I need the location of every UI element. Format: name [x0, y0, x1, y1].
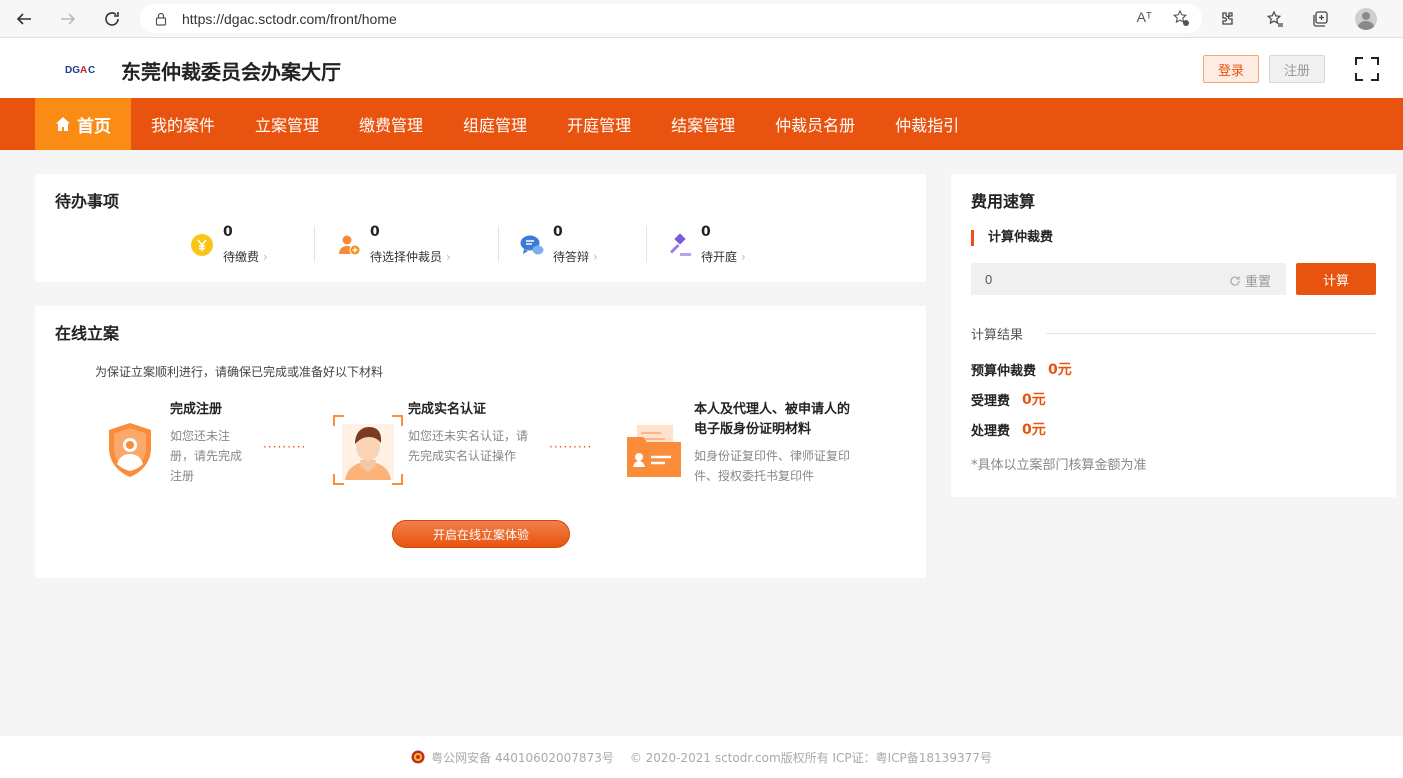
todo-item-choose-arbitrator[interactable]: 0 待选择仲裁员 › — [337, 224, 487, 264]
svg-text:DG: DG — [65, 65, 80, 76]
profile-avatar[interactable] — [1353, 6, 1379, 32]
fullscreen-icon[interactable] — [1355, 57, 1379, 81]
nav-guide[interactable]: 仲裁指引 — [875, 98, 979, 150]
todo-item-defense[interactable]: 0 待答辩 › — [520, 224, 630, 264]
nav-closing[interactable]: 结案管理 — [651, 98, 755, 150]
nav-filing[interactable]: 立案管理 — [235, 98, 339, 150]
chat-bubble-icon — [520, 235, 544, 255]
address-bar[interactable]: https://dgac.sctodr.com/front/home Aᵀ — [140, 4, 1202, 33]
fee-row-estimated: 预算仲裁费 0元 — [971, 362, 1072, 379]
fee-note: *具体以立案部门核算金额为准 — [971, 458, 1147, 473]
nav-arbitrators[interactable]: 仲裁员名册 — [755, 98, 875, 150]
nav-tribunal[interactable]: 组庭管理 — [443, 98, 547, 150]
police-record[interactable]: 粤公网安备 44010602007873号 — [431, 749, 614, 766]
add-favorite-icon[interactable] — [1172, 9, 1190, 27]
forward-icon[interactable] — [57, 8, 79, 30]
fee-row-processing: 处理费 0元 — [971, 422, 1046, 439]
nav-hearing[interactable]: 开庭管理 — [547, 98, 651, 150]
nav-payment[interactable]: 缴费管理 — [339, 98, 443, 150]
step-connector: ········· — [263, 440, 307, 454]
register-button[interactable]: 注册 — [1269, 55, 1325, 83]
lock-icon — [155, 12, 167, 26]
gavel-icon — [670, 233, 691, 256]
todo-card: 待办事项 0 待缴费 › 0 待选择仲裁员 › 0 待答辩 › 0 待开庭 › — [35, 174, 926, 282]
calculate-button[interactable]: 计算 — [1296, 263, 1376, 295]
online-filing-title: 在线立案 — [55, 324, 120, 343]
footer: 粤公网安备 44010602007873号 © 2020-2021 sctodr… — [0, 736, 1403, 778]
reset-icon — [1230, 275, 1240, 286]
face-id-icon — [333, 415, 403, 485]
chevron-right-icon: › — [593, 250, 598, 264]
browser-toolbar: https://dgac.sctodr.com/front/home Aᵀ — [0, 0, 1403, 38]
shield-user-icon — [109, 423, 151, 477]
login-button[interactable]: 登录 — [1203, 55, 1259, 83]
calc-subtitle: 计算仲裁费 — [971, 230, 1053, 246]
refresh-icon[interactable] — [101, 8, 123, 30]
fee-row-acceptance: 受理费 0元 — [971, 392, 1046, 409]
home-icon — [56, 117, 70, 131]
divider — [1046, 333, 1376, 334]
divider — [498, 226, 499, 262]
yen-coin-icon — [191, 234, 213, 256]
chevron-right-icon: › — [446, 250, 451, 264]
todo-item-hearing[interactable]: 0 待开庭 › — [668, 224, 778, 264]
main-nav: 首页 我的案件 立案管理 缴费管理 组庭管理 开庭管理 结案管理 仲裁员名册 仲… — [0, 98, 1403, 150]
fee-calculator-title: 费用速算 — [971, 192, 1036, 211]
id-document-icon — [627, 425, 681, 477]
divider — [646, 226, 647, 262]
todo-title: 待办事项 — [55, 192, 120, 211]
person-add-icon — [339, 235, 361, 256]
todo-item-payment[interactable]: 0 待缴费 › — [190, 224, 300, 264]
site-title: 东莞仲裁委员会办案大厅 — [121, 60, 341, 84]
favorites-icon[interactable] — [1262, 6, 1288, 32]
step-connector: ········· — [549, 440, 593, 454]
online-filing-hint: 为保证立案顺利进行，请确保已完成或准备好以下材料 — [95, 365, 384, 379]
nav-home[interactable]: 首页 — [35, 98, 131, 150]
chevron-right-icon: › — [263, 250, 268, 264]
back-icon[interactable] — [13, 8, 35, 30]
url-text: https://dgac.sctodr.com/front/home — [182, 10, 397, 27]
chevron-right-icon: › — [741, 250, 746, 264]
collections-icon[interactable] — [1307, 6, 1333, 32]
site-header: DG A C 东莞仲裁委员会办案大厅 登录 注册 — [0, 38, 1403, 98]
svg-text:C: C — [88, 65, 95, 76]
dgac-logo: DG A C — [64, 62, 102, 76]
divider — [314, 226, 315, 262]
online-filing-card: 在线立案 为保证立案顺利进行，请确保已完成或准备好以下材料 完成注册 如您还未注… — [35, 306, 926, 578]
reset-button[interactable]: 重置 — [1229, 271, 1271, 290]
svg-text:A: A — [80, 65, 87, 76]
nav-my-cases[interactable]: 我的案件 — [131, 98, 235, 150]
start-online-filing-button[interactable]: 开启在线立案体验 — [392, 520, 570, 548]
extensions-icon[interactable] — [1214, 6, 1240, 32]
fee-calculator-card: 费用速算 计算仲裁费 重置 计算 计算结果 预算仲裁费0元 受理费0元 处理费0… — [951, 174, 1396, 497]
copyright[interactable]: © 2020-2021 sctodr.com版权所有 ICP证：粤ICP备181… — [630, 749, 992, 766]
police-badge-icon — [411, 750, 425, 764]
result-label: 计算结果 — [971, 328, 1024, 343]
read-aloud-icon[interactable]: Aᵀ — [1137, 9, 1152, 27]
